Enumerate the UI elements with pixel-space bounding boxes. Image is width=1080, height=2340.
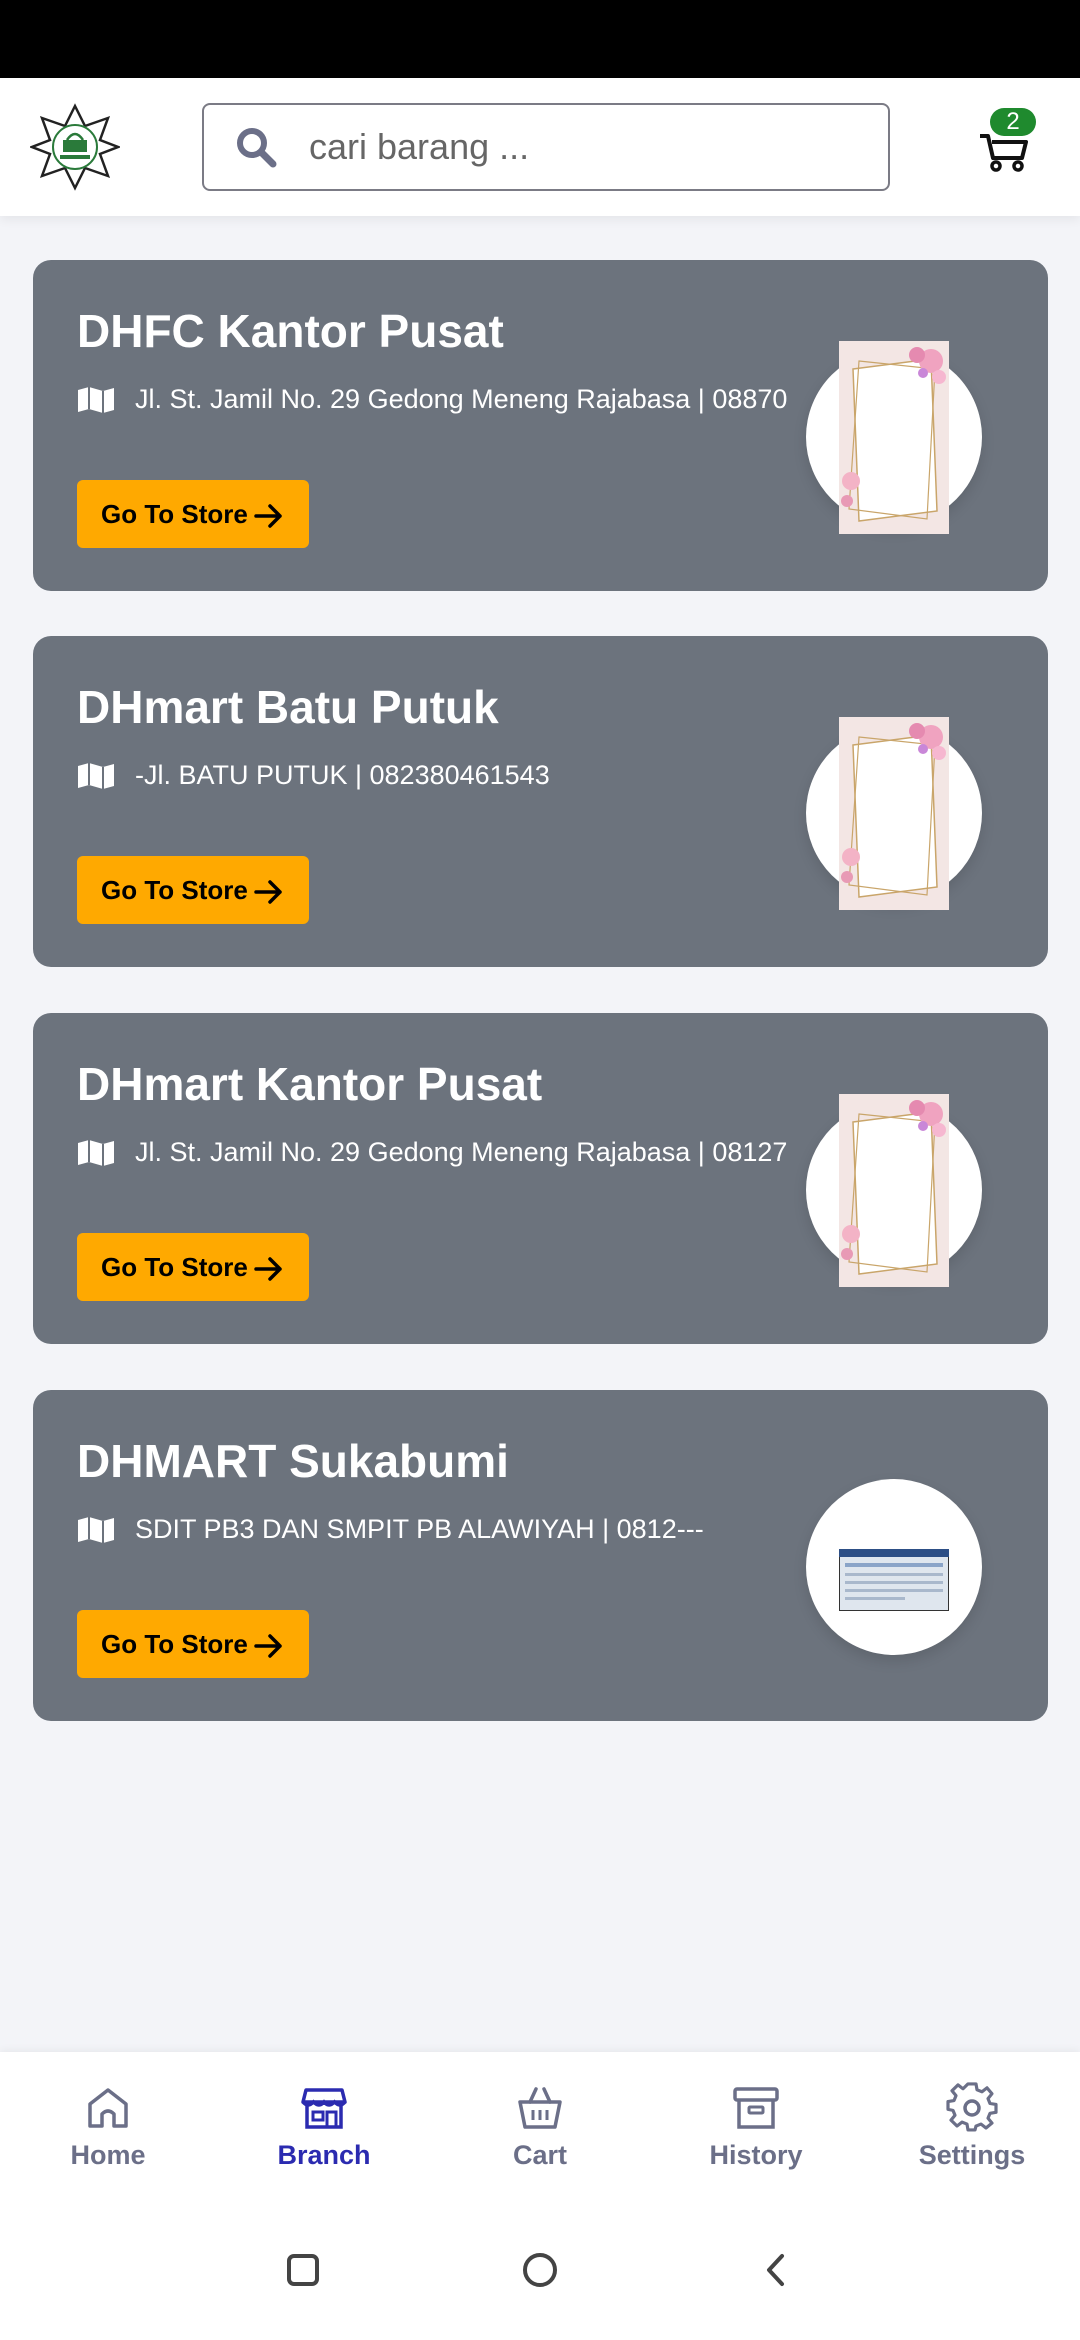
go-to-store-button[interactable]: Go To Store: [77, 480, 309, 548]
store-card: DHMART Sukabumi SDIT PB3 DAN SMPIT PB AL…: [33, 1390, 1048, 1721]
store-name: DHmart Batu Putuk: [77, 681, 499, 733]
map-icon: [78, 1139, 114, 1166]
go-to-store-label: Go To Store: [101, 1251, 248, 1282]
arrow-right-icon: [254, 1256, 282, 1281]
arrow-right-icon: [254, 1633, 282, 1658]
brand-logo[interactable]: [28, 102, 122, 192]
back-icon[interactable]: [757, 2250, 797, 2290]
app-header: 2: [0, 78, 1080, 216]
go-to-store-label: Go To Store: [101, 1628, 248, 1659]
nav-item-home[interactable]: Home: [28, 2082, 188, 2182]
search-box[interactable]: [202, 103, 890, 191]
floral-frame-image: [839, 1094, 949, 1287]
bottom-navigation: Home Branch Cart History Settings: [0, 2052, 1080, 2200]
nav-item-cart[interactable]: Cart: [460, 2082, 620, 2182]
search-icon: [237, 128, 277, 168]
store-address: -Jl. BATU PUTUK | 082380461543: [135, 760, 550, 790]
status-bar: [0, 0, 1080, 78]
map-icon: [78, 762, 114, 789]
store-name: DHMART Sukabumi: [77, 1435, 509, 1487]
nav-item-history[interactable]: History: [676, 2082, 836, 2182]
store-address: Jl. St. Jamil No. 29 Gedong Meneng Rajab…: [135, 384, 788, 414]
store-card: DHmart Batu Putuk -Jl. BATU PUTUK | 0823…: [33, 636, 1048, 967]
map-icon: [78, 386, 114, 413]
archive-icon: [733, 2087, 779, 2129]
system-navigation-bar: [0, 2200, 1080, 2340]
floral-frame-image: [839, 341, 949, 534]
nav-label: Cart: [512, 2140, 567, 2170]
nav-item-branch[interactable]: Branch: [244, 2082, 404, 2182]
store-address-row: Jl. St. Jamil No. 29 Gedong Meneng Rajab…: [77, 384, 809, 424]
store-card: DHmart Kantor Pusat Jl. St. Jamil No. 29…: [33, 1013, 1048, 1344]
search-input[interactable]: [309, 105, 869, 189]
store-icon: [301, 2088, 347, 2129]
nav-label: History: [709, 2140, 803, 2170]
screenshot-image: [839, 1549, 949, 1611]
cart-count-badge: 2: [990, 108, 1036, 136]
go-to-store-label: Go To Store: [101, 874, 248, 905]
store-address-row: Jl. St. Jamil No. 29 Gedong Meneng Rajab…: [77, 1137, 809, 1177]
go-to-store-button[interactable]: Go To Store: [77, 856, 309, 924]
home-circle-icon[interactable]: [520, 2250, 560, 2290]
store-name: DHmart Kantor Pusat: [77, 1058, 543, 1110]
store-address-row: SDIT PB3 DAN SMPIT PB ALAWIYAH | 0812---: [77, 1514, 809, 1554]
nav-label: Branch: [277, 2140, 371, 2170]
gear-icon: [946, 2082, 998, 2132]
arrow-right-icon: [254, 879, 282, 904]
arrow-right-icon: [254, 503, 282, 528]
nav-label: Home: [70, 2140, 146, 2170]
go-to-store-button[interactable]: Go To Store: [77, 1233, 309, 1301]
store-card: DHFC Kantor Pusat Jl. St. Jamil No. 29 G…: [33, 260, 1048, 591]
nav-item-settings[interactable]: Settings: [892, 2082, 1052, 2182]
store-address: SDIT PB3 DAN SMPIT PB ALAWIYAH | 0812---: [135, 1514, 704, 1544]
basket-icon: [518, 2087, 562, 2129]
store-address-row: -Jl. BATU PUTUK | 082380461543: [77, 760, 809, 800]
nav-label: Settings: [918, 2140, 1026, 2170]
store-name: DHFC Kantor Pusat: [77, 305, 504, 357]
map-icon: [78, 1516, 114, 1543]
floral-frame-image: [839, 717, 949, 910]
store-address: Jl. St. Jamil No. 29 Gedong Meneng Rajab…: [135, 1137, 788, 1167]
recent-apps-icon[interactable]: [283, 2250, 323, 2290]
go-to-store-label: Go To Store: [101, 498, 248, 529]
go-to-store-button[interactable]: Go To Store: [77, 1610, 309, 1678]
home-icon: [88, 2088, 128, 2128]
